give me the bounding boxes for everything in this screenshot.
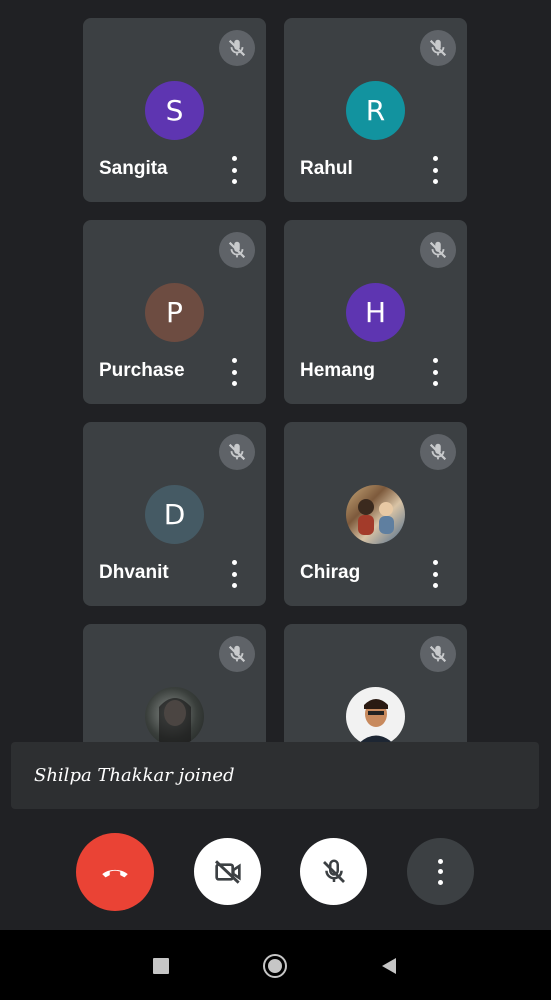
more-vert-icon bbox=[438, 858, 444, 885]
profile-photo bbox=[346, 485, 405, 544]
join-notification: Shilpa Thakkar joined bbox=[11, 742, 539, 809]
join-notification-text: Shilpa Thakkar joined bbox=[34, 765, 235, 786]
more-options-icon[interactable] bbox=[425, 560, 445, 588]
camera-off-icon bbox=[214, 859, 241, 884]
participant-tile[interactable]: R Rahul bbox=[284, 18, 467, 202]
more-options-icon[interactable] bbox=[224, 560, 244, 588]
camera-toggle-button[interactable] bbox=[194, 838, 261, 905]
participant-name: Hemang bbox=[300, 360, 375, 381]
end-call-button[interactable] bbox=[76, 833, 154, 911]
back-button[interactable] bbox=[377, 954, 401, 978]
participant-tile[interactable]: D Dhvanit bbox=[83, 422, 266, 606]
avatar: S bbox=[145, 81, 204, 140]
more-options-button[interactable] bbox=[407, 838, 474, 905]
profile-photo bbox=[346, 687, 405, 743]
participant-tile[interactable] bbox=[83, 624, 266, 743]
mic-off-icon bbox=[420, 30, 456, 66]
more-options-icon[interactable] bbox=[224, 156, 244, 184]
home-button[interactable] bbox=[263, 954, 287, 978]
more-options-icon[interactable] bbox=[425, 156, 445, 184]
android-nav-bar bbox=[0, 930, 551, 1000]
participant-name: Rahul bbox=[300, 158, 353, 179]
participant-name: Chirag bbox=[300, 562, 361, 583]
mic-toggle-button[interactable] bbox=[300, 838, 367, 905]
mic-off-icon bbox=[219, 636, 255, 672]
mic-off-icon bbox=[420, 636, 456, 672]
avatar: H bbox=[346, 283, 405, 342]
triangle-icon bbox=[382, 958, 396, 974]
mic-off-icon bbox=[420, 232, 456, 268]
recents-button[interactable] bbox=[149, 954, 173, 978]
call-controls bbox=[0, 833, 551, 911]
participant-tile[interactable] bbox=[284, 624, 467, 743]
mic-off-icon bbox=[219, 30, 255, 66]
mic-off-icon bbox=[219, 232, 255, 268]
participant-tile[interactable]: S Sangita bbox=[83, 18, 266, 202]
avatar: D bbox=[145, 485, 204, 544]
square-icon bbox=[153, 958, 169, 974]
participant-grid: S Sangita R Rahul P Purchase H Hemang D … bbox=[83, 18, 468, 743]
participant-tile[interactable]: H Hemang bbox=[284, 220, 467, 404]
participant-grid-viewport: S Sangita R Rahul P Purchase H Hemang D … bbox=[0, 0, 551, 743]
mic-off-icon bbox=[322, 858, 345, 883]
participant-tile[interactable]: Chirag bbox=[284, 422, 467, 606]
more-options-icon[interactable] bbox=[425, 358, 445, 386]
mic-off-icon bbox=[420, 434, 456, 470]
participant-tile[interactable]: P Purchase bbox=[83, 220, 266, 404]
avatar: R bbox=[346, 81, 405, 140]
avatar: P bbox=[145, 283, 204, 342]
mic-off-icon bbox=[219, 434, 255, 470]
circle-icon bbox=[263, 954, 287, 978]
profile-photo bbox=[145, 687, 204, 743]
more-options-icon[interactable] bbox=[224, 358, 244, 386]
participant-name: Purchase bbox=[99, 360, 185, 381]
end-call-icon bbox=[102, 869, 128, 878]
participant-name: Sangita bbox=[99, 158, 168, 179]
participant-name: Dhvanit bbox=[99, 562, 169, 583]
